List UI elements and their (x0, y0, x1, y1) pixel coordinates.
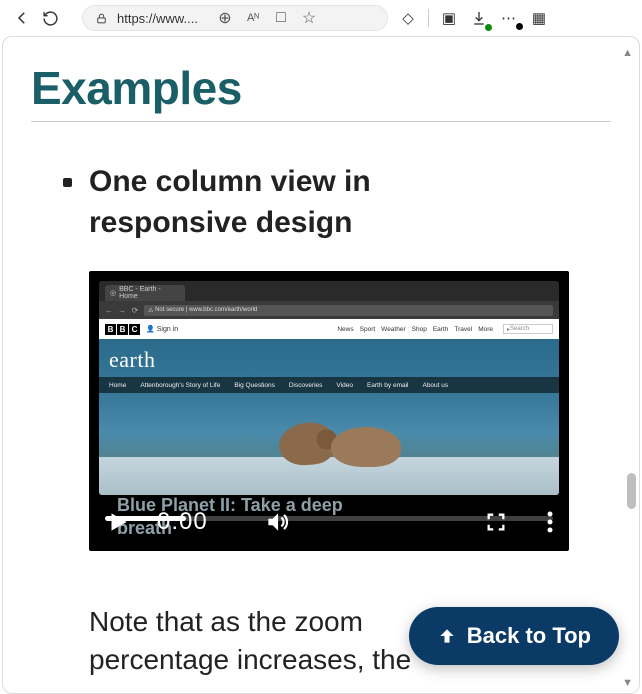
play-icon[interactable] (105, 509, 131, 535)
back-to-top-label: Back to Top (467, 623, 591, 649)
mock-tab: ◎BBC - Earth - Home (105, 285, 185, 301)
more-label: ⋯ (501, 9, 517, 27)
bbc-top-nav: BBC Sign in News Sport Weather Shop Eart… (99, 319, 559, 339)
address-bar[interactable]: https://www.... ⊕ Aᴺ □ ☆ (82, 5, 388, 31)
mock-browser-tabbar: ◎BBC - Earth - Home (99, 281, 559, 301)
url-text: https://www.... (117, 11, 207, 26)
item-heading: One column view in responsive design (89, 162, 509, 243)
bbc-search: ▸ Search (503, 324, 553, 334)
divider (428, 9, 429, 27)
scroll-up-indicator[interactable]: ▲ (622, 47, 633, 59)
favorite-icon[interactable]: ☆ (299, 8, 319, 28)
video-time: 0:00 (157, 508, 208, 536)
bbc-signin: Sign in (146, 325, 178, 333)
downloads-icon[interactable] (467, 6, 491, 30)
read-aloud-icon[interactable]: Aᴺ (243, 8, 263, 28)
zoom-icon[interactable]: ⊕ (215, 8, 235, 28)
mock-urlbar: ←→⟳ ⚠ Not secure | www.bbc.com/earth/wor… (99, 301, 559, 319)
examples-list: One column view in responsive design ◎BB… (31, 162, 611, 679)
collections-icon[interactable]: ▦ (527, 6, 551, 30)
arrow-up-icon (437, 626, 457, 646)
video-menu-icon[interactable] (547, 511, 553, 533)
video-player[interactable]: ◎BBC - Earth - Home ←→⟳ ⚠ Not secure | w… (89, 271, 569, 551)
back-to-top-button[interactable]: Back to Top (409, 607, 619, 665)
fullscreen-icon[interactable] (485, 511, 507, 533)
volume-icon[interactable] (264, 509, 290, 535)
bbc-hero: earth Home Attenborough's Story of Life … (99, 339, 559, 495)
reader-icon[interactable]: □ (271, 8, 291, 28)
bbc-subnav: Home Attenborough's Story of Life Big Qu… (99, 377, 559, 393)
scrollbar-thumb[interactable] (627, 473, 636, 509)
more-icon[interactable]: ⋯ (497, 6, 521, 30)
browser-toolbar: https://www.... ⊕ Aᴺ □ ☆ ◇ ▣ ⋯ ▦ (0, 0, 642, 36)
bbc-logo: BBC (105, 324, 140, 335)
back-icon[interactable] (10, 6, 34, 30)
page-viewport: ▲ ▼ Examples One column view in responsi… (2, 36, 640, 694)
mock-url-text: Not secure | www.bbc.com/earth/world (155, 307, 257, 313)
bbc-nav: News Sport Weather Shop Earth Travel Mor… (337, 326, 493, 333)
page-title: Examples (31, 61, 611, 122)
list-item: One column view in responsive design ◎BB… (89, 162, 611, 679)
mock-tab-label: BBC - Earth - Home (119, 286, 180, 300)
earth-title: earth (109, 347, 155, 373)
refresh-icon[interactable] (38, 6, 62, 30)
split-screen-icon[interactable]: ▣ (437, 6, 461, 30)
video-thumbnail: ◎BBC - Earth - Home ←→⟳ ⚠ Not secure | w… (99, 281, 559, 495)
extensions-icon[interactable]: ◇ (396, 6, 420, 30)
lock-icon (93, 10, 109, 26)
scroll-down-indicator[interactable]: ▼ (622, 677, 633, 689)
video-controls: 0:00 (89, 493, 569, 551)
